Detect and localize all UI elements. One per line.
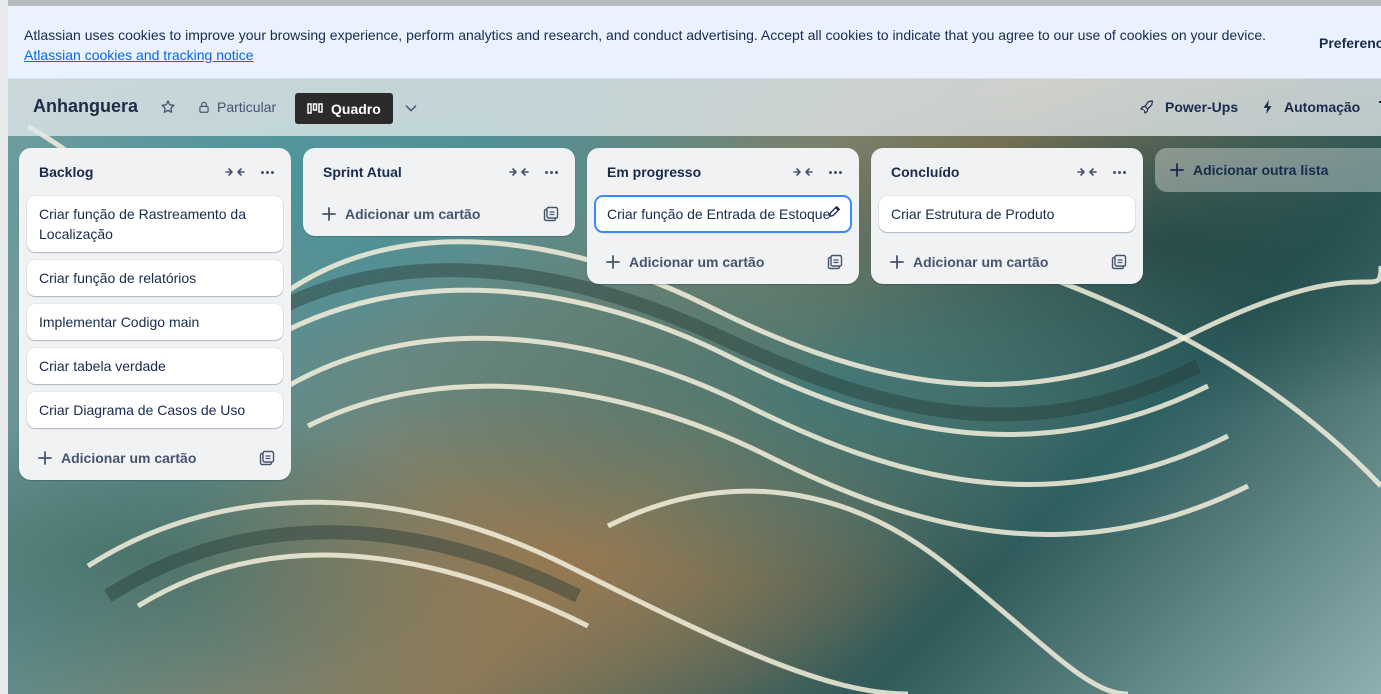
card-template-icon[interactable]: [1111, 254, 1127, 270]
star-board-button[interactable]: [158, 97, 178, 117]
add-list-button[interactable]: Adicionar outra lista: [1155, 148, 1381, 192]
pencil-icon[interactable]: [827, 205, 841, 219]
automation-button[interactable]: Automação: [1262, 99, 1360, 115]
board-visibility-button[interactable]: Particular: [197, 99, 276, 115]
list-actions-icon[interactable]: [1109, 162, 1129, 182]
board-visibility-label: Particular: [217, 99, 277, 115]
lock-icon: [199, 101, 209, 113]
board-view-button[interactable]: Quadro: [295, 93, 393, 124]
chevron-down-icon: [405, 105, 417, 112]
power-ups-label: Power-Ups: [1165, 99, 1239, 115]
collapse-list-icon[interactable]: [509, 164, 529, 180]
power-ups-button[interactable]: Power-Ups: [1139, 99, 1238, 115]
add-list-label: Adicionar outra lista: [1193, 162, 1329, 178]
card-focused[interactable]: Criar função de Entrada de Estoque: [594, 195, 852, 233]
list-sprint-atual: Sprint Atual Adicionar um cartão: [303, 148, 575, 236]
list-concluido: Concluído Criar Estrutura de Produto Adi…: [871, 148, 1143, 284]
plus-icon: [38, 451, 52, 465]
card-template-icon[interactable]: [543, 206, 559, 222]
add-card-label: Adicionar um cartão: [61, 450, 197, 466]
collapse-list-icon[interactable]: [1077, 164, 1097, 180]
collapse-list-icon[interactable]: [793, 164, 813, 180]
list-title[interactable]: Concluído: [891, 164, 959, 180]
list-em-progresso: Em progresso Criar função de Entrada de …: [587, 148, 859, 284]
list-header: Em progresso: [587, 148, 859, 196]
add-card-label: Adicionar um cartão: [629, 254, 765, 270]
list-title[interactable]: Em progresso: [607, 164, 701, 180]
list-header: Sprint Atual: [303, 148, 575, 196]
plus-icon: [606, 255, 620, 269]
list-title[interactable]: Sprint Atual: [323, 164, 402, 180]
list-actions-icon[interactable]: [541, 162, 561, 182]
board-view-label: Quadro: [331, 100, 381, 117]
plus-icon: [1170, 163, 1184, 177]
card-template-icon[interactable]: [259, 450, 275, 466]
add-card-button[interactable]: Adicionar um cartão: [303, 192, 575, 236]
cookie-preferences-button[interactable]: Preferences: [1319, 35, 1381, 51]
board-view-icon: [307, 102, 323, 114]
add-card-label: Adicionar um cartão: [345, 206, 481, 222]
add-card-button[interactable]: Adicionar um cartão: [19, 436, 291, 480]
star-icon: [161, 100, 175, 113]
card[interactable]: Criar função de relatórios: [27, 260, 283, 296]
automation-label: Automação: [1284, 99, 1361, 115]
plus-icon: [322, 207, 336, 221]
card[interactable]: Criar Estrutura de Produto: [879, 196, 1135, 232]
list-backlog: Backlog Criar função de Rastreamento da …: [19, 148, 291, 480]
board-header: Anhanguera Particular Quadro Power-Ups A…: [8, 79, 1381, 136]
board-title[interactable]: Anhanguera: [33, 96, 138, 117]
card-template-icon[interactable]: [827, 254, 843, 270]
cookie-banner: Atlassian uses cookies to improve your b…: [8, 6, 1381, 79]
collapse-list-icon[interactable]: [225, 164, 245, 180]
card[interactable]: Criar Diagrama de Casos de Uso: [27, 392, 283, 428]
list-title[interactable]: Backlog: [39, 164, 93, 180]
list-header: Concluído: [871, 148, 1143, 196]
add-card-button[interactable]: Adicionar um cartão: [587, 240, 859, 284]
list-header: Backlog: [19, 148, 291, 196]
cookie-notice-link[interactable]: Atlassian cookies and tracking notice: [24, 47, 254, 63]
rocket-icon: [1140, 100, 1153, 114]
card[interactable]: Criar tabela verdade: [27, 348, 283, 384]
switch-views-button[interactable]: [401, 98, 421, 118]
plus-icon: [890, 255, 904, 269]
cookie-banner-text: Atlassian uses cookies to improve your b…: [24, 27, 1267, 43]
list-actions-icon[interactable]: [257, 162, 277, 182]
card-title: Criar função de Entrada de Estoque: [607, 206, 831, 222]
window-left-edge: [0, 0, 8, 694]
list-actions-icon[interactable]: [825, 162, 845, 182]
lightning-icon: [1263, 99, 1272, 115]
cookie-banner-message: Atlassian uses cookies to improve your b…: [24, 25, 1284, 65]
card[interactable]: Implementar Codigo main: [27, 304, 283, 340]
add-card-button[interactable]: Adicionar um cartão: [871, 240, 1143, 284]
add-card-label: Adicionar um cartão: [913, 254, 1049, 270]
card[interactable]: Criar função de Rastreamento da Localiza…: [27, 196, 283, 252]
